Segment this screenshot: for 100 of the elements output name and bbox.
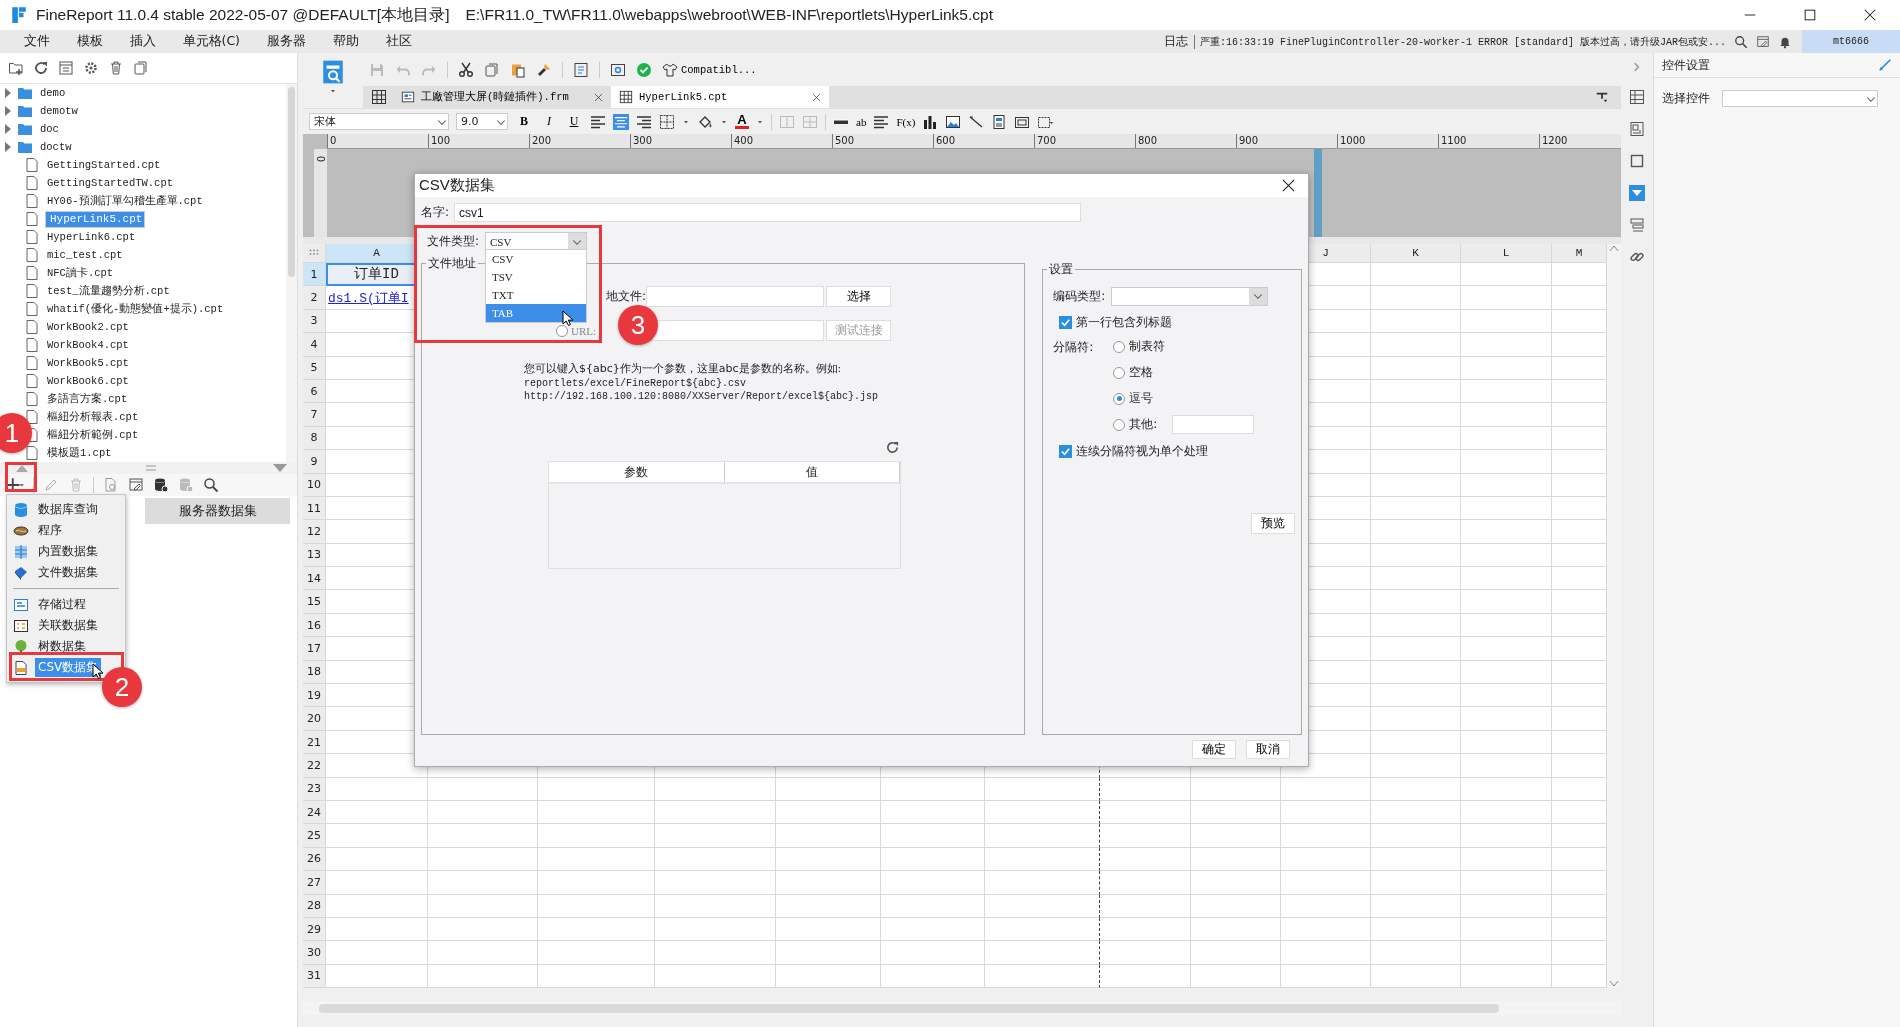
row-header[interactable]: 6 [303,379,326,404]
file-tree-item[interactable]: test_流量趨勢分析.cpt [45,283,172,299]
row-header[interactable]: 3 [303,309,326,334]
row-header[interactable]: 10 [303,473,326,497]
name-field[interactable]: csv1 [454,203,1081,222]
text-style-button[interactable]: U [565,114,583,129]
row-header[interactable]: 26 [303,847,326,872]
row-header[interactable]: 21 [303,730,326,755]
menu-item[interactable]: 插入 [116,33,169,50]
row-header[interactable]: 19 [303,684,326,708]
radio-label: URL: [571,324,597,337]
row-header[interactable]: 22 [303,754,326,778]
ruler-mark: 0 [314,155,327,163]
row-header[interactable]: 30 [303,941,326,965]
dropdown-option[interactable]: CSV [486,250,586,268]
font-size-select[interactable]: 9.0 [456,113,508,130]
help-text: 您可以键入${abc}作为一个参数，这里abc是参数的名称。例如: [524,361,843,376]
dataset-tab[interactable]: 服务器数据集 [145,498,290,524]
ruler-mark: 100 [428,134,529,148]
row-header[interactable]: 12 [303,520,326,544]
menu-item[interactable]: 文件数据集 [35,563,101,582]
column-header[interactable]: L [1461,244,1552,263]
choose-button[interactable]: 选择 [826,286,891,307]
menu-item[interactable]: 社区 [372,33,426,50]
row-header[interactable]: 9 [303,450,326,474]
menu-item[interactable]: 关联数据集 [35,616,101,635]
dropdown-option[interactable]: TXT [486,286,586,304]
row-header[interactable]: 13 [303,543,326,568]
compatibility-button[interactable]: Compatibl... [662,61,757,78]
menu-item[interactable]: 模板 [63,33,116,50]
dialog-button[interactable]: 确定 [1192,740,1236,759]
row-header[interactable]: 14 [303,567,326,591]
file-tree-item[interactable]: whatif(優化-動態變值+提示).cpt [45,301,226,317]
menu-item[interactable]: 树数据集 [35,637,89,656]
row-header[interactable]: 27 [303,871,326,895]
file-tree-item[interactable]: WorkBook4.cpt [45,338,131,352]
row-header[interactable]: 16 [303,613,326,638]
font-color-button[interactable]: A [735,114,749,129]
preview-button[interactable]: 预览 [1251,513,1296,534]
row-header[interactable]: 2 [303,286,326,310]
font-select[interactable]: 宋体 [309,113,449,130]
text-style-button[interactable]: B [515,114,533,129]
editor-tab[interactable]: HyperLink5.cpt [611,86,829,108]
file-tree-item[interactable]: GettingStartedTW.cpt [45,176,176,190]
column-header[interactable]: 参数 [549,462,725,482]
file-tree-item[interactable]: doctw [38,140,74,154]
file-tree-item[interactable]: mic_test.cpt [45,248,125,262]
file-tree-item[interactable]: NFC讀卡.cpt [45,265,116,281]
menu-item[interactable]: 帮助 [319,33,373,50]
column-header[interactable]: K [1371,244,1461,263]
file-tree-item[interactable]: 樞紐分析報表.cpt [45,409,141,425]
row-header[interactable]: 18 [303,660,326,685]
menu-item[interactable]: 单元格(C) [169,33,254,50]
row-header[interactable]: 15 [303,590,326,614]
file-tree-item[interactable]: WorkBook5.cpt [45,356,131,370]
menu-item[interactable]: 程序 [35,521,65,540]
row-header[interactable]: 29 [303,917,326,942]
file-tree-item[interactable]: WorkBook2.cpt [45,320,131,334]
row-header[interactable]: 11 [303,496,326,521]
file-tree-item[interactable]: 多語言方案.cpt [45,391,130,407]
row-header[interactable]: 7 [303,403,326,427]
file-tree-item[interactable]: WorkBook6.cpt [45,374,131,388]
user-name[interactable]: mt6666 [1802,30,1900,53]
dropdown-option[interactable]: TSV [486,268,586,286]
row-header[interactable]: 20 [303,707,326,731]
field-label: 编码类型: [1053,287,1107,305]
row-header[interactable]: 1 [303,263,326,287]
file-tree-item[interactable]: GettingStarted.cpt [45,158,163,172]
file-tree-item[interactable]: 樞紐分析範例.cpt [45,427,141,443]
step-badge: 1 [0,413,32,453]
file-tree-item[interactable]: doc [38,122,61,136]
row-header[interactable]: 4 [303,333,326,357]
formula-button[interactable]: F(x) [896,115,916,128]
step-badge: 2 [102,667,142,707]
file-tree-item[interactable]: HyperLink6.cpt [45,230,138,244]
file-tree-item[interactable]: demotw [38,104,80,118]
file-tree-item[interactable]: HY06-預測訂單勾稽生產單.cpt [45,193,205,209]
log-label[interactable]: 日志 [1163,33,1188,50]
column-header[interactable]: 值 [724,462,900,482]
text-style-button[interactable]: I [540,114,558,129]
row-header[interactable]: 23 [303,777,326,801]
row-header[interactable]: 17 [303,637,326,661]
ruler-mark: 700 [1034,134,1135,148]
row-header[interactable]: 24 [303,801,326,825]
menu-item[interactable]: 存储过程 [35,595,89,614]
row-header[interactable]: 8 [303,426,326,451]
row-header[interactable]: 28 [303,894,326,918]
file-tree-item[interactable]: 模板題1.cpt [45,445,114,461]
menu-item[interactable]: 服务器 [253,33,320,50]
menu-item[interactable]: 内置数据集 [35,542,101,561]
text-button[interactable]: ab [856,115,867,128]
ruler-mark: 200 [529,134,630,148]
menu-item[interactable]: 数据库查询 [35,500,101,519]
row-header[interactable]: 5 [303,356,326,380]
dialog-button[interactable]: 取消 [1246,740,1290,759]
row-header[interactable]: 31 [303,964,326,989]
menu-item[interactable]: 文件 [10,33,63,50]
field-label: 选择控件 [1662,90,1710,107]
file-tree-item[interactable]: demo [38,86,68,100]
row-header[interactable]: 25 [303,824,326,848]
